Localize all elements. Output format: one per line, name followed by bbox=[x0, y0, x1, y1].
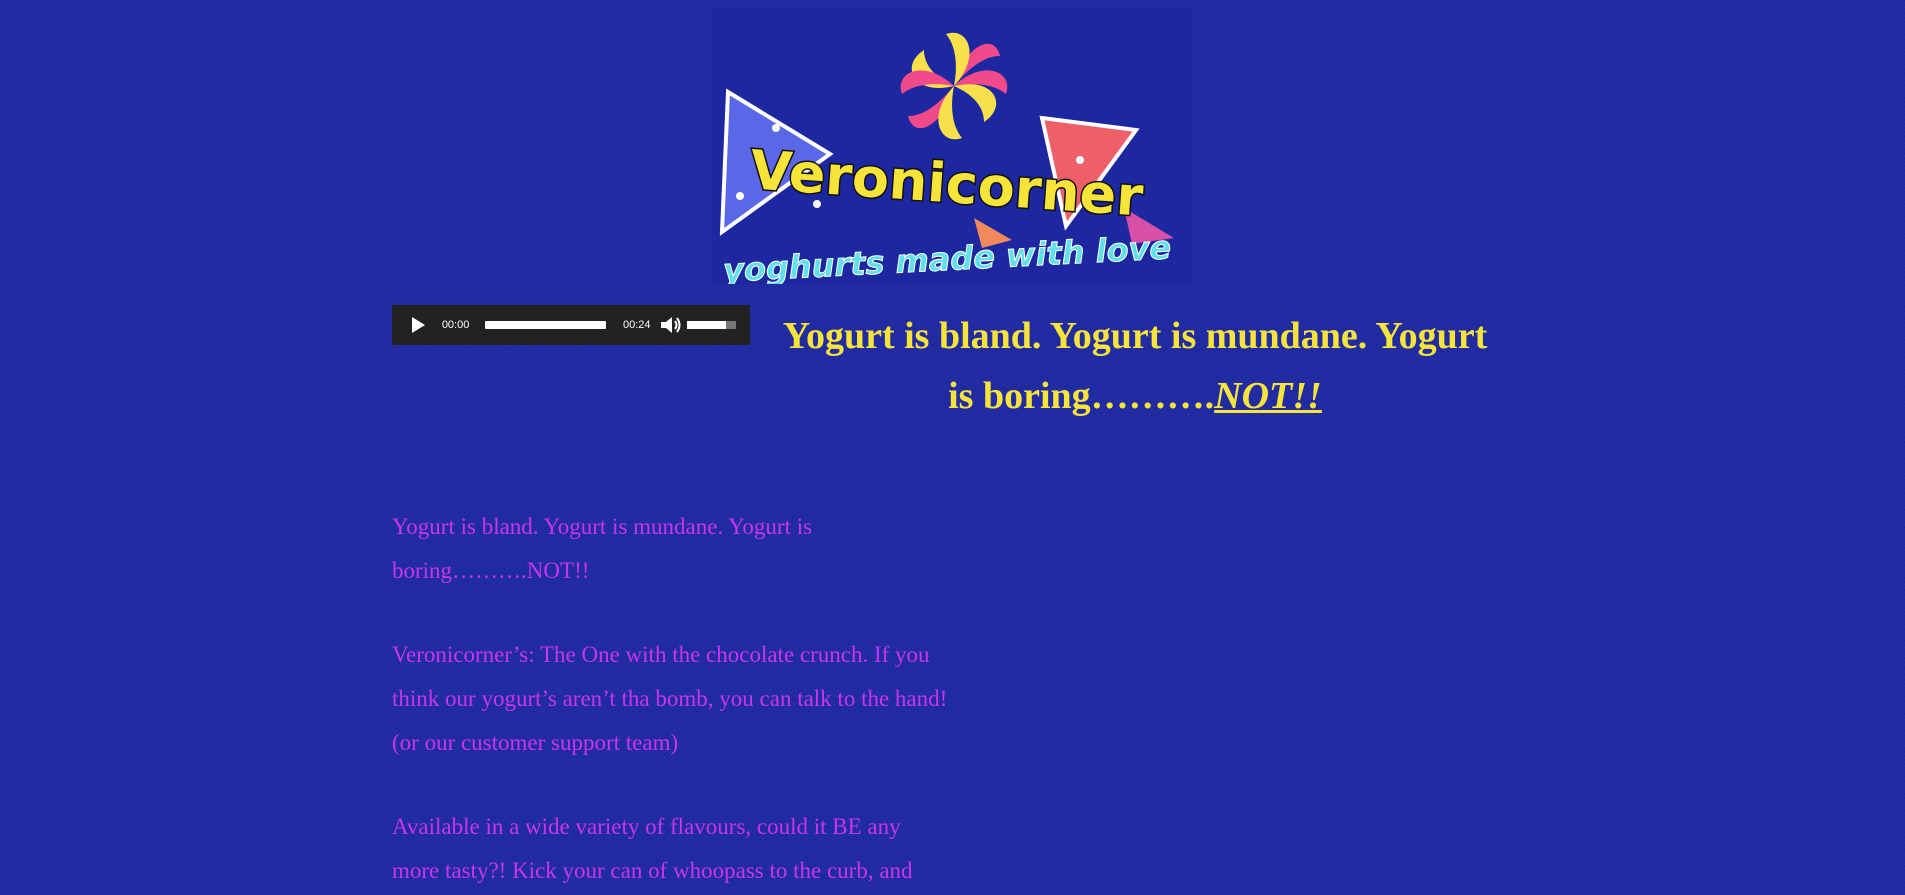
play-icon bbox=[411, 317, 425, 333]
paragraph: Available in a wide variety of flavours,… bbox=[392, 814, 913, 883]
pinwheel-icon bbox=[900, 32, 1008, 140]
headline: Yogurt is bland. Yogurt is mundane. Yogu… bbox=[780, 306, 1490, 426]
play-button[interactable] bbox=[410, 316, 426, 334]
duration: 00:24 bbox=[622, 319, 651, 331]
veronicorner-logo: Veronicorner yoghurts made with love bbox=[712, 8, 1192, 284]
logo-tagline: yoghurts made with love bbox=[722, 228, 1172, 284]
headline-text: Yogurt is bland. Yogurt is mundane. Yogu… bbox=[782, 315, 1488, 417]
current-time: 00:00 bbox=[441, 319, 470, 331]
headline-emphasis: NOT!! bbox=[1214, 375, 1322, 417]
volume-level bbox=[686, 321, 727, 329]
body-text: Yogurt is bland. Yogurt is mundane. Yogu… bbox=[392, 505, 952, 895]
progress-bar[interactable] bbox=[485, 321, 606, 329]
paragraph: Yogurt is bland. Yogurt is mundane. Yogu… bbox=[392, 514, 813, 583]
paragraph: Veronicorner’s: The One with the chocola… bbox=[392, 642, 948, 755]
volume-slider[interactable] bbox=[686, 321, 737, 329]
audio-player[interactable]: 00:00 00:24 bbox=[392, 305, 750, 345]
volume-icon bbox=[660, 317, 681, 333]
mute-button[interactable] bbox=[660, 316, 681, 334]
